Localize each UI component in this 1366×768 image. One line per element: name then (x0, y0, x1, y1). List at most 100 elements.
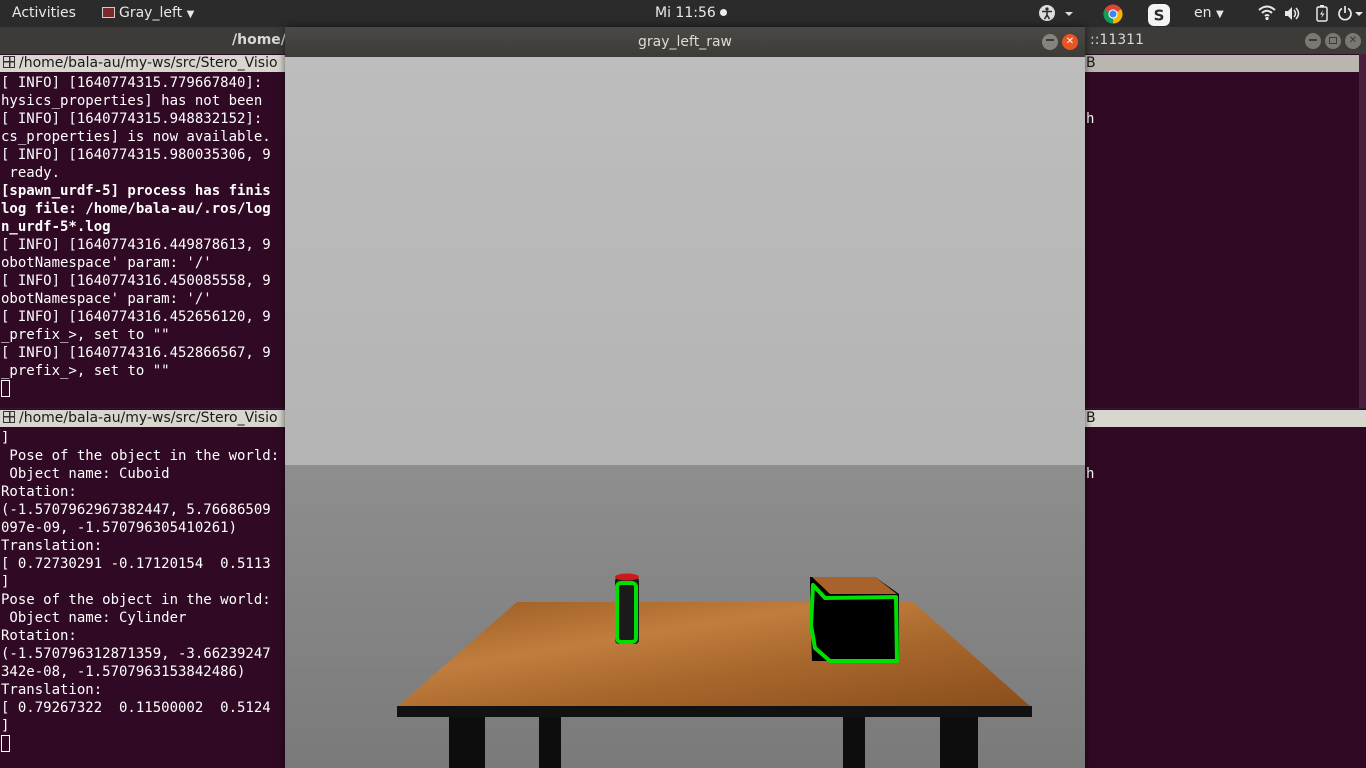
terminal-line: _prefix_>, set to "" (1, 327, 170, 343)
terminal-cursor (1, 380, 10, 397)
terminal-line: (-1.5707962967382447, 5.76686509 (1, 502, 271, 518)
activities-button[interactable]: Activities (12, 5, 76, 21)
terminal-line: 097e-09, -1.570796305410261) (1, 520, 238, 536)
terminal-line: Pose of the object in the world: (1, 448, 280, 464)
table-edge (397, 706, 1032, 717)
app-icon (102, 7, 115, 18)
viewer-close-button[interactable]: ✕ (1062, 34, 1078, 50)
terminal-bottom-tab[interactable]: /home/bala-au/my-ws/src/Stero_Visio (0, 410, 286, 427)
terminal-bottom[interactable]: /home/bala-au/my-ws/src/Stero_Visio ] Po… (0, 409, 286, 768)
terminal-line: [ INFO] [1640774316.452656120, 9 (1, 309, 271, 325)
chevron-down-icon: ▼ (1215, 9, 1224, 20)
system-status-icons (1258, 5, 1363, 22)
terminal-tab-icon (3, 411, 15, 423)
language-label: en (1194, 5, 1212, 21)
background-wall (285, 57, 1085, 465)
minimize-button[interactable] (1305, 33, 1321, 49)
terminal-right-top-tab-label: B (1086, 55, 1096, 71)
terminal-line: ] (1, 430, 10, 446)
minimize-icon (1046, 39, 1054, 41)
terminal-bottom-path: /home/bala-au/my-ws/src/Stero_Visio (19, 410, 278, 426)
detected-cylinder (615, 573, 639, 644)
terminal-right-bottom-tab-label: B (1086, 410, 1096, 426)
terminal-line: [spawn_urdf-5] process has finis (1, 183, 271, 199)
maximize-icon (1329, 37, 1337, 44)
terminal-line: [ INFO] [1640774315.779667840]: (1, 75, 263, 91)
close-icon: ✕ (1065, 36, 1075, 47)
terminal-line: [ INFO] [1640774316.449878613, 9 (1, 237, 271, 253)
maximize-button[interactable] (1325, 33, 1341, 49)
terminal-right-bottom-tab[interactable]: B (1085, 410, 1366, 427)
terminal-line: Translation: (1, 538, 103, 554)
terminal-line: Rotation: (1, 484, 77, 500)
terminal-right-bottom[interactable]: B h (1085, 409, 1366, 768)
terminal-line: log file: /home/bala-au/.ros/log (1, 201, 271, 217)
battery-icon (1316, 5, 1328, 22)
notification-dot-icon (720, 9, 728, 16)
terminal-line: _prefix_>, set to "" (1, 363, 170, 379)
terminal-bottom-output: ] Pose of the object in the world: Objec… (1, 429, 286, 735)
terminal-right-top-text: h (1086, 111, 1095, 127)
terminal-line: obotNamespace' param: '/' (1, 255, 212, 271)
table-leg (940, 717, 978, 768)
camera-image (285, 57, 1085, 768)
scrollbar[interactable] (1359, 54, 1366, 408)
terminal-top-output: [ INFO] [1640774315.779667840]: hysics_pr… (1, 74, 286, 380)
terminal-line: Translation: (1, 682, 103, 698)
chevron-down-icon: ▼ (186, 9, 195, 20)
terminal-right-top[interactable]: B h (1085, 54, 1366, 408)
viewer-minimize-button[interactable] (1042, 34, 1058, 50)
table-leg (843, 717, 865, 768)
terminal-line: 342e-08, -1.5707963153842486) (1, 664, 246, 680)
close-icon: ✕ (1348, 35, 1358, 46)
top-bar: Activities Gray_left ▼ Mi 11:56 S en ▼ (0, 0, 1366, 27)
cylinder-cap (615, 573, 639, 581)
terminal-line: [ INFO] [1640774315.948832152]: (1, 111, 263, 127)
terminal-line: [ INFO] [1640774316.452866567, 9 (1, 345, 271, 361)
system-menu[interactable] (1257, 4, 1365, 27)
accessibility-menu[interactable] (1038, 4, 1078, 27)
terminal-line: [ 0.72730291 -0.17120154 0.5113 (1, 556, 271, 572)
terminal-line: hysics_properties] has not been (1, 93, 263, 109)
terminal-line: cs_properties] is now available. (1, 129, 271, 145)
terminal-line: Pose of the object in the world: (1, 592, 271, 608)
app-menu-label: Gray_left (119, 5, 183, 21)
background-window-title: /home/ (232, 32, 286, 48)
terminal-line: [ INFO] [1640774316.450085558, 9 (1, 273, 271, 289)
terminal-line: ] (1, 718, 10, 734)
terminal-line: (-1.570796312871359, -3.66239247 (1, 646, 271, 662)
table-leg (539, 717, 561, 768)
wifi-icon (1258, 5, 1276, 21)
table-leg (449, 717, 485, 768)
terminal-line: ready. (1, 165, 61, 181)
terminal-line: Object name: Cylinder (1, 610, 187, 626)
terminal-line: [ 0.79267322 0.11500002 0.5124 (1, 700, 271, 716)
clock[interactable]: Mi 11:56 (655, 5, 728, 21)
close-button[interactable]: ✕ (1345, 33, 1361, 49)
language-menu[interactable]: en ▼ (1194, 5, 1224, 21)
terminal-line: n_urdf-5*.log (1, 219, 111, 235)
terminal-line: obotNamespace' param: '/' (1, 291, 212, 307)
terminal-line: Rotation: (1, 628, 77, 644)
detected-cuboid (809, 577, 899, 663)
power-icon (1338, 6, 1363, 21)
terminal-right-top-tab[interactable]: B (1085, 55, 1366, 72)
terminal-right-bottom-text: h (1086, 466, 1095, 482)
svg-text:S: S (1154, 7, 1165, 25)
image-viewer-window[interactable]: gray_left_raw ✕ (285, 27, 1085, 768)
terminal-top-path: /home/bala-au/my-ws/src/Stero_Visio (19, 55, 278, 71)
terminal-line: Object name: Cuboid (1, 466, 170, 482)
app-menu[interactable]: Gray_left ▼ (102, 5, 194, 21)
terminal-top[interactable]: /home/bala-au/my-ws/src/Stero_Visio [ IN… (0, 54, 286, 408)
background-window-title-suffix: ::11311 (1090, 32, 1144, 48)
terminal-line: [ INFO] [1640774315.980035306, 9 (1, 147, 271, 163)
terminal-tab-icon (3, 56, 15, 68)
image-viewer-title: gray_left_raw (638, 34, 732, 50)
image-viewer-titlebar[interactable]: gray_left_raw ✕ (285, 27, 1085, 57)
accessibility-icon (1039, 5, 1073, 21)
minimize-icon (1309, 39, 1317, 41)
terminal-cursor (1, 735, 10, 752)
terminal-top-tab[interactable]: /home/bala-au/my-ws/src/Stero_Visio (0, 55, 286, 72)
chrome-icon[interactable] (1103, 4, 1123, 28)
terminal-line: ] (1, 574, 10, 590)
